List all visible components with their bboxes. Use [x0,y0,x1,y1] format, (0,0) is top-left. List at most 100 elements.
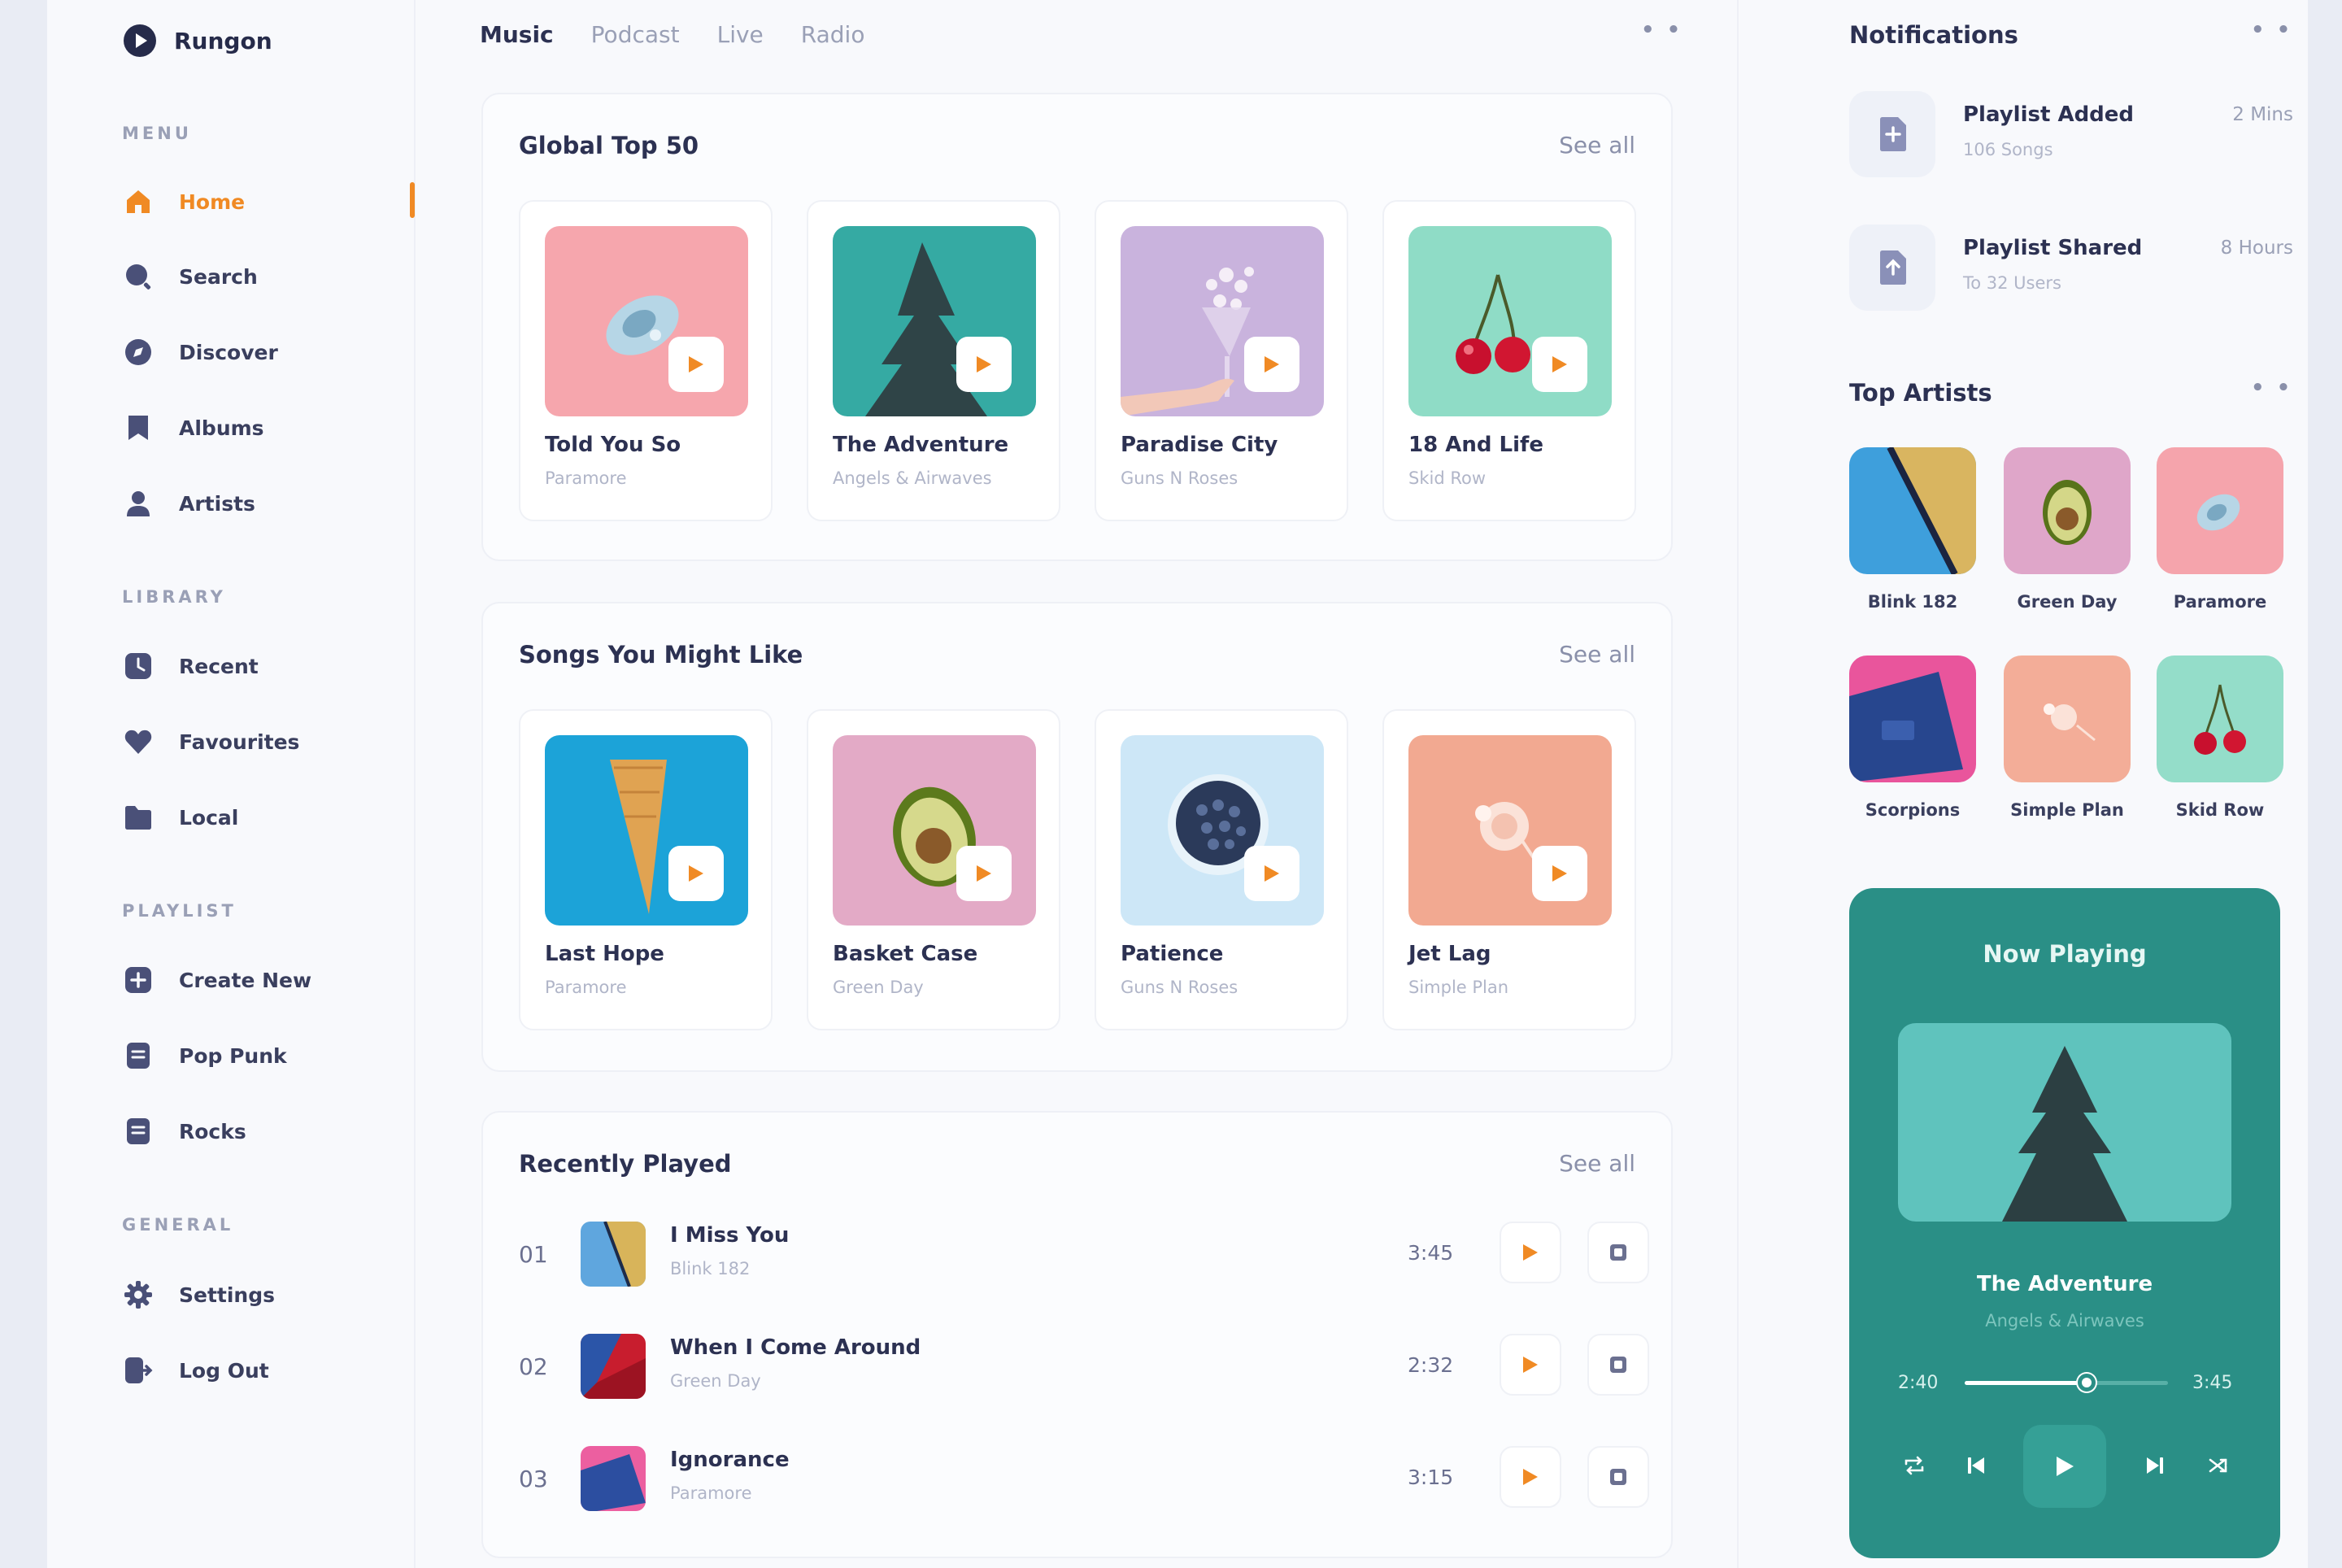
play-icon[interactable] [1244,846,1299,901]
play-pause-button[interactable] [2023,1425,2106,1508]
play-icon [1523,1244,1538,1261]
table-row[interactable]: 02 When I Come Around Green Day 2:32 [519,1329,1649,1402]
play-button[interactable] [1500,1222,1561,1283]
artist-card[interactable]: Simple Plan [2004,656,2131,834]
song-tile[interactable]: Patience Guns N Roses [1095,709,1348,1030]
now-playing-artist: Angels & Airwaves [1985,1311,2144,1331]
sidebar-item-home[interactable]: Home [124,177,392,226]
plus-icon [124,965,153,995]
sidebar-item-recent[interactable]: Recent [124,642,392,690]
sidebar-item-label: Artists [179,491,255,516]
repeat-icon [1905,1456,1924,1475]
play-icon[interactable] [1244,337,1299,392]
sidebar-item-rocks[interactable]: Rocks [124,1107,392,1156]
sidebar-item-local[interactable]: Local [124,793,392,842]
song-artist: Paramore [545,468,627,488]
play-icon[interactable] [668,846,724,901]
album-art [833,226,1036,416]
sidebar-item-albums[interactable]: Albums [124,403,392,452]
artist-card[interactable]: Blink 182 [1849,447,1976,626]
song-artist: Guns N Roses [1121,468,1238,488]
more-icon[interactable]: • • [2251,18,2292,42]
track-number: 03 [519,1466,548,1492]
sidebar-item-favourites[interactable]: Favourites [124,717,392,766]
global-top-card: Global Top 50 See all Told You So Paramo… [481,93,1673,561]
play-button[interactable] [1500,1446,1561,1508]
song-tile[interactable]: 18 And Life Skid Row [1382,200,1636,521]
song-title: 18 And Life [1408,433,1543,457]
stop-button[interactable] [1587,1446,1649,1508]
track-title: When I Come Around [670,1335,921,1360]
progress-fill [1965,1381,2087,1385]
song-artist: Guns N Roses [1121,978,1238,997]
play-icon[interactable] [1532,337,1587,392]
sidebar-item-discover[interactable]: Discover [124,328,392,377]
tab-podcast[interactable]: Podcast [591,21,680,48]
brand[interactable]: Rungon [124,24,272,57]
artist-card[interactable]: Green Day [2004,447,2131,626]
sidebar-item-log-out[interactable]: Log Out [124,1346,392,1395]
notification-title: Playlist Shared [1963,236,2143,260]
content-tabs: Music Podcast Live Radio [480,21,902,48]
track-duration: 2:32 [1408,1353,1454,1377]
artist-image [2157,656,2283,782]
sidebar-item-artists[interactable]: Artists [124,479,392,528]
notification-item[interactable]: Playlist Shared To 32 Users 8 Hours [1849,224,2293,314]
song-tile[interactable]: Jet Lag Simple Plan [1382,709,1636,1030]
stop-button[interactable] [1587,1222,1649,1283]
see-all-link[interactable]: See all [1559,1150,1635,1177]
artist-name: Scorpions [1865,800,1961,820]
list-icon [124,1041,153,1070]
table-row[interactable]: 01 I Miss You Blink 182 3:45 [519,1217,1649,1290]
see-all-link[interactable]: See all [1559,641,1635,668]
play-icon[interactable] [956,337,1012,392]
artist-name: Paramore [2173,592,2267,612]
tab-radio[interactable]: Radio [801,21,865,48]
artist-image [2157,447,2283,574]
artist-card[interactable]: Paramore [2157,447,2283,626]
shuffle-button[interactable] [2194,1441,2243,1490]
song-tile[interactable]: Basket Case Green Day [807,709,1060,1030]
song-tile[interactable]: Told You So Paramore [519,200,773,521]
song-tile[interactable]: Last Hope Paramore [519,709,773,1030]
see-all-link[interactable]: See all [1559,132,1635,159]
album-art [1121,735,1324,926]
table-row[interactable]: 03 Ignorance Paramore 3:15 [519,1441,1649,1514]
progress-knob[interactable] [2078,1374,2096,1392]
artist-image [1849,656,1976,782]
repeat-button[interactable] [1890,1441,1939,1490]
sidebar-item-label: Log Out [179,1358,269,1383]
song-tile[interactable]: The Adventure Angels & Airwaves [807,200,1060,521]
play-icon[interactable] [668,337,724,392]
sidebar-item-settings[interactable]: Settings [124,1270,392,1319]
folder-icon [124,803,153,832]
sidebar-item-pop-punk[interactable]: Pop Punk [124,1031,392,1080]
more-icon[interactable]: • • [2251,376,2292,400]
heart-icon [124,727,153,756]
sidebar-item-create-new[interactable]: Create New [124,956,392,1004]
more-icon[interactable]: • • [1641,18,1682,42]
right-panel: Notifications • • Playlist Added 106 Son… [1737,0,2308,1568]
play-icon[interactable] [1532,846,1587,901]
next-button[interactable] [2131,1441,2179,1490]
notification-time: 8 Hours [2220,237,2293,259]
sidebar-item-search[interactable]: Search [124,252,392,301]
sidebar-item-label: Albums [179,416,264,440]
tab-music[interactable]: Music [480,21,554,48]
play-button[interactable] [1500,1334,1561,1396]
might-like-card: Songs You Might Like See all Last Hope P… [481,602,1673,1072]
play-icon[interactable] [956,846,1012,901]
progress-slider[interactable] [1965,1374,2168,1392]
tab-live[interactable]: Live [717,21,764,48]
album-art [1121,226,1324,416]
menu-section-title: MENU [122,124,192,143]
playlist-shared-icon [1849,224,1935,311]
song-tile[interactable]: Paradise City Guns N Roses [1095,200,1348,521]
artist-card[interactable]: Skid Row [2157,656,2283,834]
previous-button[interactable] [1952,1441,2000,1490]
stop-button[interactable] [1587,1334,1649,1396]
artist-card[interactable]: Scorpions [1849,656,1976,834]
song-artist: Simple Plan [1408,978,1509,997]
notification-item[interactable]: Playlist Added 106 Songs 2 Mins [1849,91,2293,181]
album-art [833,735,1036,926]
